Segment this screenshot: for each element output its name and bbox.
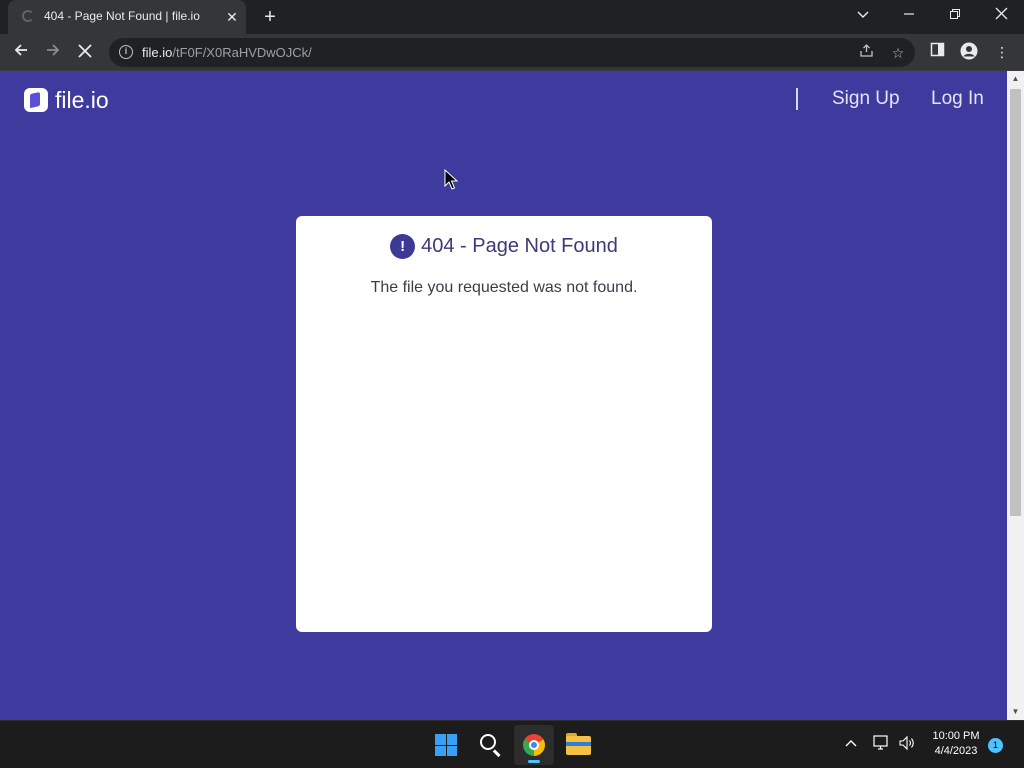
tab-search-button[interactable] [840,0,886,32]
start-button[interactable] [426,725,466,765]
minimize-icon [904,13,914,15]
address-url: file.io/tF0F/X0RaHVDwOJCk/ [142,45,312,60]
exclamation-icon: ! [390,234,416,259]
back-button[interactable] [8,39,34,65]
error-card: ! 404 - Page Not Found The file you reque… [296,216,712,632]
forward-icon [47,44,60,56]
show-hidden-icons-button[interactable] [841,735,861,755]
taskbar-search-button[interactable] [470,725,510,765]
mouse-cursor-icon [444,169,458,190]
system-clock[interactable]: 10:00 PM 4/4/2023 [922,729,990,759]
menu-icon[interactable]: ⋮ [992,42,1012,62]
tab-strip: 404 - Page Not Found | file.io ✕ + [0,0,1024,34]
side-panel-icon[interactable] [927,42,947,62]
address-bar[interactable]: i file.io/tF0F/X0RaHVDwOJCk/ ☆ [109,38,915,67]
file-io-logo-icon [24,88,48,112]
error-message: The file you requested was not found. [370,279,638,296]
taskbar-chrome[interactable] [514,725,554,765]
error-heading: ! 404 - Page Not Found [296,234,712,259]
back-icon [14,44,27,56]
scroll-down-icon[interactable]: ▼ [1007,704,1024,720]
clock-time: 10:00 PM [932,730,980,742]
windows-taskbar: 10:00 PM 4/4/2023 1 [0,720,1024,768]
info-icon[interactable]: i [119,45,133,59]
close-icon [995,7,1007,20]
chevron-down-icon [857,11,869,18]
browser-toolbar: i file.io/tF0F/X0RaHVDwOJCk/ ☆ ⋮ [0,34,1024,71]
tab-close-icon[interactable]: ✕ [224,9,240,25]
close-window-button[interactable] [978,0,1024,32]
new-tab-button[interactable]: + [258,6,282,28]
browser-tab[interactable]: 404 - Page Not Found | file.io ✕ [8,0,246,34]
forward-button[interactable] [40,39,66,65]
sign-up-link[interactable]: Sign Up [832,88,900,110]
page-viewport: file.io Sign Up Log In ! 404 - Page Not F… [0,71,1007,720]
notification-badge[interactable]: 1 [988,738,1003,753]
restore-button[interactable] [932,0,978,32]
chrome-icon [523,734,545,756]
scroll-up-icon[interactable]: ▲ [1007,71,1024,87]
taskbar-file-explorer[interactable] [558,725,598,765]
stop-loading-icon [78,44,92,58]
volume-icon[interactable] [897,735,917,755]
error-title: 404 - Page Not Found [421,235,618,257]
logo-text: file.io [55,87,109,113]
active-indicator [528,760,540,763]
minimize-button[interactable] [886,0,932,32]
chevron-up-icon [845,740,857,747]
tab-title: 404 - Page Not Found | file.io [44,9,200,23]
star-icon[interactable]: ☆ [888,43,908,63]
search-icon [480,734,496,750]
clock-date: 4/4/2023 [934,745,978,757]
restore-icon [950,9,960,19]
log-in-link[interactable]: Log In [931,88,984,110]
profile-icon[interactable] [959,42,979,62]
windows-start-icon [435,734,457,756]
nav-divider [796,88,798,110]
address-path: /tF0F/X0RaHVDwOJCk/ [172,45,312,60]
address-host: file.io [142,45,173,60]
stop-button[interactable] [72,39,98,65]
share-icon[interactable] [856,43,876,63]
scroll-thumb[interactable] [1010,89,1021,516]
page-scrollbar[interactable]: ▲ ▼ [1007,71,1024,720]
network-icon[interactable] [872,735,892,755]
loading-favicon-icon [22,10,34,22]
